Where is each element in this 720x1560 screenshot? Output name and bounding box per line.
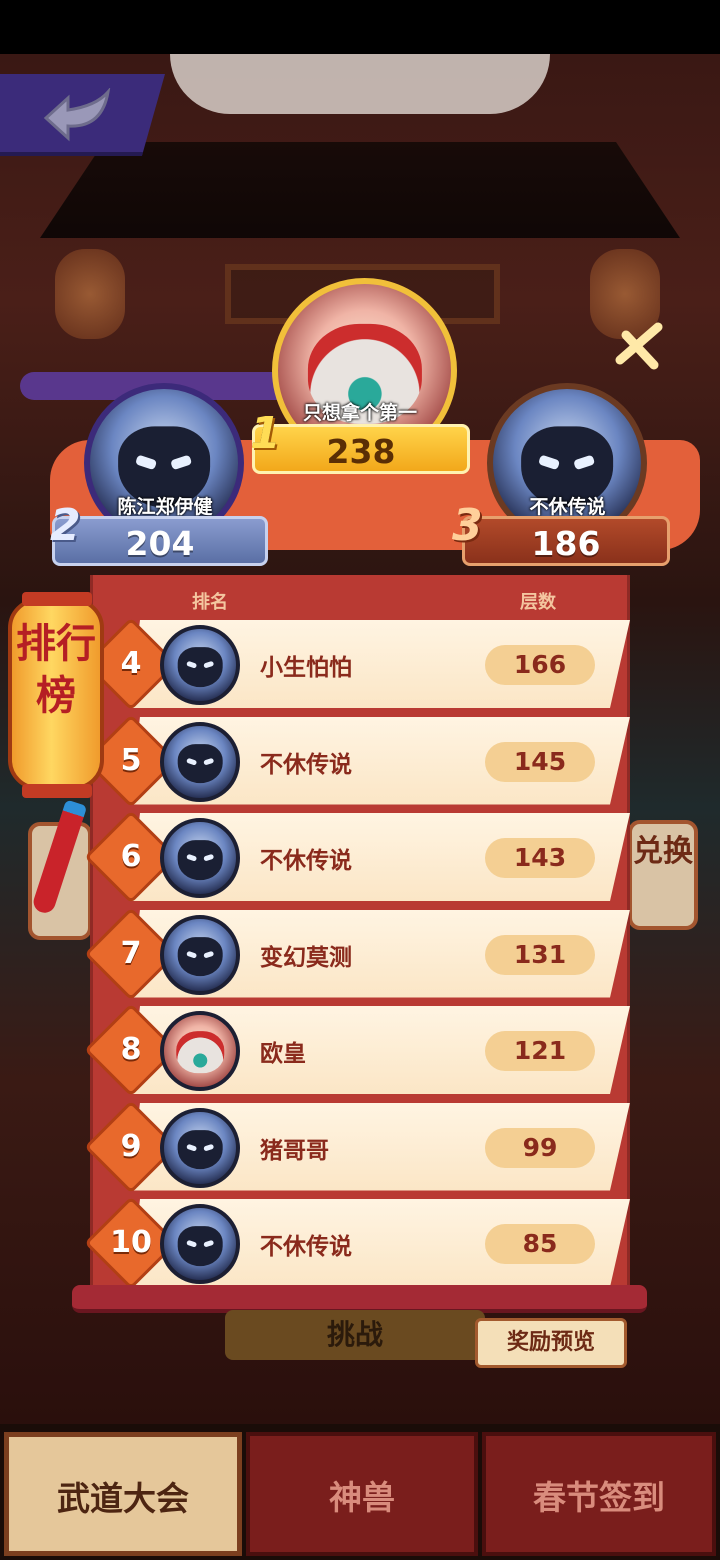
close-button[interactable] <box>610 315 670 375</box>
ranking-row[interactable]: 5 不休传说 145 <box>84 713 630 808</box>
tab-spring-festival-checkin[interactable]: 春节签到 <box>482 1432 716 1556</box>
rank-number: 8 <box>120 1032 142 1067</box>
back-button[interactable] <box>0 74 165 156</box>
lantern-cap <box>22 784 92 798</box>
floor-count: 85 <box>485 1224 595 1264</box>
third-place-score: 186 <box>462 516 670 566</box>
lantern-decoration <box>55 249 125 339</box>
floor-count: 145 <box>485 741 595 782</box>
first-place-rank: 1 <box>250 408 281 459</box>
ninja-avatar-icon <box>177 1129 223 1170</box>
ranking-row[interactable]: 8 欧皇 121 <box>84 1003 630 1097</box>
second-place-rank: 2 <box>50 500 81 551</box>
player-avatar[interactable] <box>160 1011 240 1091</box>
floor-count: 166 <box>485 645 595 685</box>
tab-martial-tournament[interactable]: 武道大会 <box>4 1432 242 1556</box>
second-place-name: 陈江郑伊健 <box>117 496 213 518</box>
floor-count: 131 <box>485 934 595 975</box>
exchange-tab-label: 兑换 <box>633 834 693 869</box>
ranking-row[interactable]: 10 不休传说 85 <box>84 1196 630 1290</box>
panel-bottom-edge <box>72 1285 647 1313</box>
ranking-row[interactable]: 6 不休传说 143 <box>84 810 630 904</box>
ninja-avatar-icon <box>177 1226 223 1266</box>
player-name: 猪哥哥 <box>260 1137 329 1164</box>
ranking-row[interactable]: 4 小生怕怕 166 <box>84 617 630 711</box>
challenge-button[interactable]: 挑战 <box>225 1310 485 1360</box>
status-bar <box>0 0 720 54</box>
rank-number: 5 <box>120 742 142 778</box>
reward-preview-button[interactable]: 奖励预览 <box>475 1318 627 1368</box>
rank-number: 6 <box>120 839 142 874</box>
player-avatar[interactable] <box>160 1204 240 1284</box>
first-place-score: 238 <box>252 424 470 474</box>
lion-dance-avatar-icon <box>176 1031 224 1074</box>
player-avatar[interactable] <box>160 721 240 802</box>
ninja-avatar-icon <box>177 743 223 784</box>
player-avatar[interactable] <box>160 914 240 995</box>
leaderboard-lantern-label: 排行榜 <box>16 620 96 719</box>
ranking-row[interactable]: 7 变幻莫测 131 <box>84 906 630 1001</box>
player-name: 欧皇 <box>260 1041 306 1067</box>
ninja-avatar-icon <box>177 840 223 880</box>
rank-number: 4 <box>120 646 142 681</box>
player-name: 不休传说 <box>260 848 352 874</box>
ninja-avatar-icon <box>177 936 223 977</box>
player-avatar[interactable] <box>160 625 240 705</box>
player-name: 小生怕怕 <box>260 655 352 681</box>
floors-column-header: 层数 <box>520 592 556 613</box>
player-name: 变幻莫测 <box>260 944 352 971</box>
third-place-rank: 3 <box>452 500 483 551</box>
player-name: 不休传说 <box>260 751 352 778</box>
close-icon <box>615 322 663 370</box>
floor-count: 121 <box>485 1031 595 1071</box>
rank-number: 9 <box>120 1128 142 1164</box>
lantern-cap <box>22 592 92 606</box>
third-place-name: 不休传说 <box>529 496 606 518</box>
rank-column-header: 排名 <box>192 592 228 613</box>
player-avatar[interactable] <box>160 818 240 898</box>
back-arrow-icon <box>43 88 111 142</box>
rank-number: 10 <box>110 1225 152 1260</box>
floor-count: 143 <box>485 838 595 878</box>
player-name: 不休传说 <box>260 1234 352 1260</box>
ninja-avatar-icon <box>177 647 223 687</box>
first-place-name: 只想拿个第一 <box>302 402 417 424</box>
tab-divine-beast[interactable]: 神兽 <box>246 1432 478 1556</box>
temple-roof-top <box>170 54 550 114</box>
rank-number: 7 <box>120 935 142 971</box>
floor-count: 99 <box>485 1127 595 1168</box>
ranking-row[interactable]: 9 猪哥哥 99 <box>84 1099 630 1194</box>
second-place-score: 204 <box>52 516 268 566</box>
player-avatar[interactable] <box>160 1107 240 1188</box>
